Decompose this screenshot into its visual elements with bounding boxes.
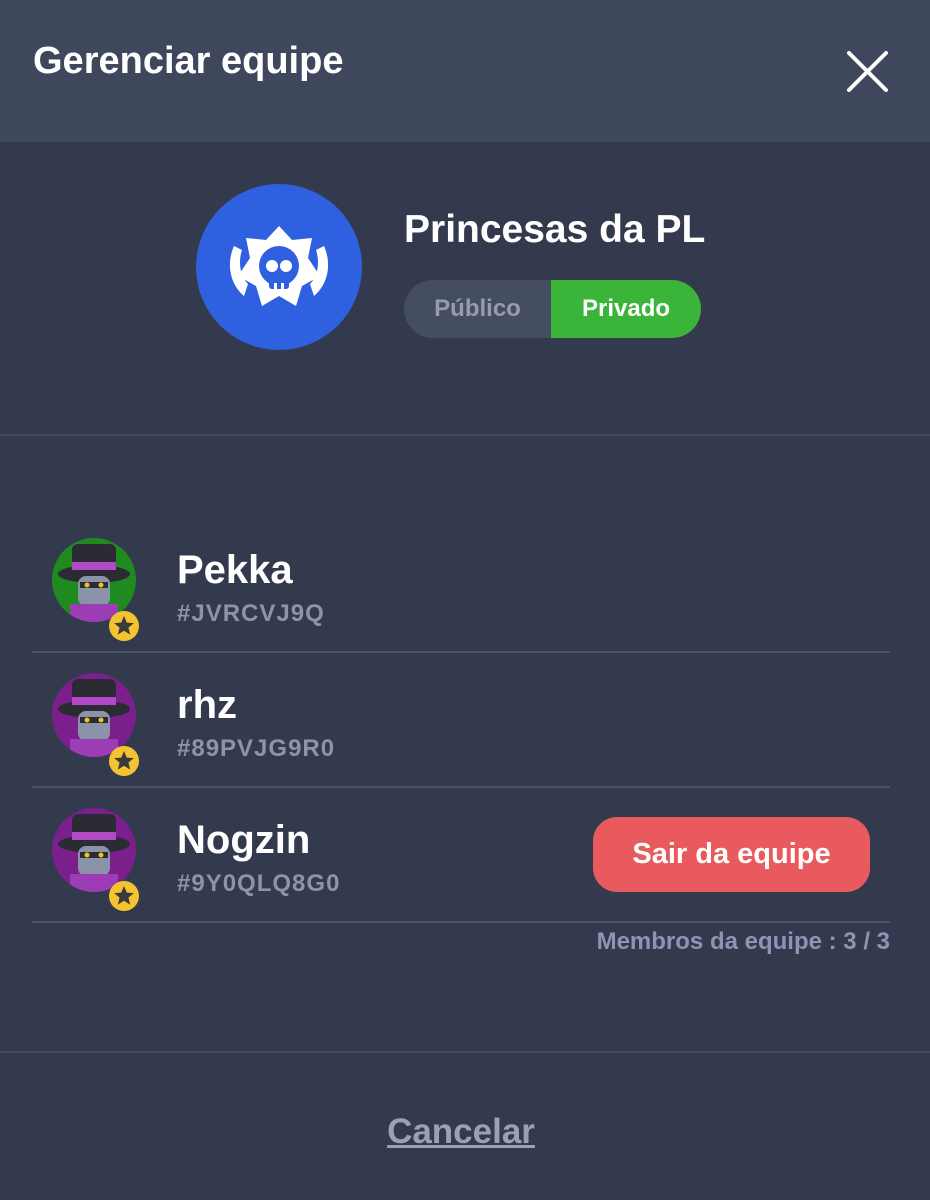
members-count: Membros da equipe : 3 / 3	[596, 928, 890, 955]
section-divider	[0, 434, 930, 436]
star-icon	[109, 611, 139, 641]
skull-star-icon	[229, 226, 329, 306]
member-row: Pekka #JVRCVJ9Q	[32, 518, 890, 653]
member-tag: #89PVJG9R0	[177, 735, 336, 762]
team-name: Princesas da PL	[404, 208, 706, 251]
close-icon	[847, 51, 888, 92]
member-name: Pekka	[177, 548, 293, 592]
member-row: rhz #89PVJG9R0	[32, 653, 890, 788]
team-info: Princesas da PL Público Privado	[0, 142, 930, 434]
privacy-toggle[interactable]: Público Privado	[404, 280, 701, 338]
privacy-option-private[interactable]: Privado	[551, 280, 701, 338]
member-row: Nogzin #9Y0QLQ8G0 Sair da equipe	[32, 788, 890, 923]
close-button[interactable]	[838, 44, 896, 102]
cancel-button[interactable]: Cancelar	[0, 1112, 922, 1152]
leave-team-button[interactable]: Sair da equipe	[593, 817, 870, 892]
member-tag: #JVRCVJ9Q	[177, 600, 325, 627]
member-list: Pekka #JVRCVJ9Q rhz #89PVJG9R0 Nogzin #9…	[32, 518, 890, 923]
modal-header: Gerenciar equipe	[0, 0, 930, 142]
privacy-option-public[interactable]: Público	[404, 280, 551, 338]
star-icon	[109, 881, 139, 911]
modal-title: Gerenciar equipe	[33, 40, 344, 82]
star-icon	[109, 746, 139, 776]
team-logo	[196, 184, 362, 350]
footer-divider	[0, 1051, 930, 1053]
member-tag: #9Y0QLQ8G0	[177, 870, 341, 897]
member-name: Nogzin	[177, 818, 311, 862]
member-name: rhz	[177, 683, 237, 727]
